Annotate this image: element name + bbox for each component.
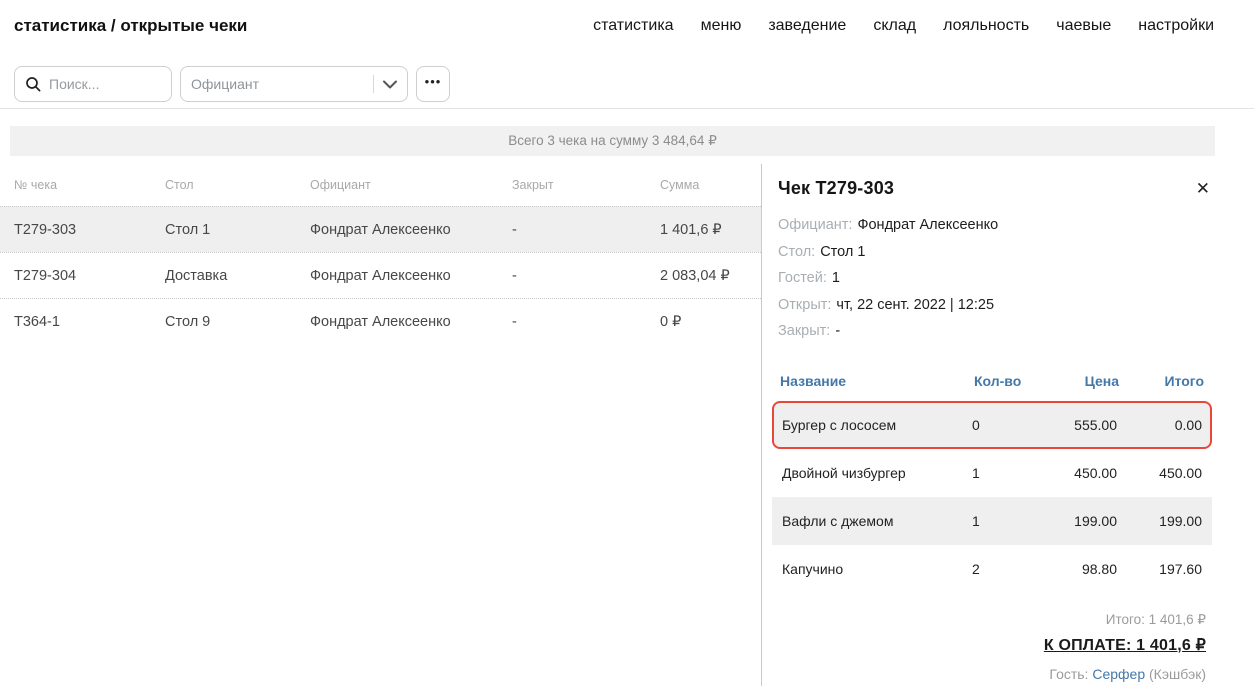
summary-banner: Всего 3 чека на сумму 3 484,64 ₽ — [10, 126, 1215, 156]
sum-cell: 2 083,04 ₽ — [646, 268, 761, 284]
nav-item-settings[interactable]: настройки — [1138, 17, 1214, 35]
panel-header: Чек T279-303 ✕ — [778, 178, 1206, 199]
more-filters-button[interactable]: ••• — [416, 66, 450, 102]
toolbar-divider — [0, 108, 1254, 109]
page-title: Чек T279-303 — [778, 178, 894, 199]
waiter-filter-label: Официант — [191, 76, 373, 92]
table-row[interactable]: T279-303 Стол 1 Фондрат Алексеенко - 1 4… — [0, 206, 761, 252]
item-qty: 1 — [972, 513, 1032, 529]
closed-cell: - — [498, 222, 646, 238]
field-waiter: Официант:Фондрат Алексеенко — [778, 212, 1206, 239]
breadcrumb: статистика / открытые чеки — [14, 16, 247, 36]
search-input[interactable] — [49, 76, 161, 92]
guest-note: (Кэшбэк) — [1149, 666, 1206, 682]
item-total: 0.00 — [1117, 417, 1202, 433]
item-name: Капучино — [782, 561, 972, 577]
check-number-cell: T364-1 — [0, 314, 151, 330]
waiter-filter-select[interactable]: Официант — [180, 66, 408, 102]
nav-item-warehouse[interactable]: склад — [873, 17, 916, 35]
search-icon — [25, 76, 41, 92]
item-price: 555.00 — [1032, 417, 1117, 433]
check-detail-panel: Чек T279-303 ✕ Официант:Фондрат Алексеен… — [761, 164, 1254, 686]
items-table-header: Название Кол-во Цена Итого — [772, 369, 1212, 401]
table-cell: Стол 9 — [151, 314, 296, 330]
list-item[interactable]: Вафли с джемом 1 199.00 199.00 — [772, 497, 1212, 545]
field-closed: Закрыт:- — [778, 318, 1206, 345]
list-item[interactable]: Бургер с лососем 0 555.00 0.00 — [772, 401, 1212, 449]
guest-name-link[interactable]: Серфер — [1092, 666, 1145, 682]
table-row[interactable]: T364-1 Стол 9 Фондрат Алексеенко - 0 ₽ — [0, 298, 761, 344]
guest-line: Гость: Серфер (Кэшбэк) — [778, 661, 1206, 687]
item-qty: 2 — [972, 561, 1032, 577]
content: № чека Стол Официант Закрыт Сумма T279-3… — [0, 156, 1254, 686]
list-item[interactable]: Двойной чизбургер 1 450.00 450.00 — [772, 449, 1212, 497]
col-header-check-number: № чека — [0, 178, 151, 192]
col-header-closed: Закрыт — [498, 178, 646, 192]
checks-table-header: № чека Стол Официант Закрыт Сумма — [0, 164, 761, 206]
col-header-waiter: Официант — [296, 178, 498, 192]
toolbar: Официант ••• — [14, 66, 1254, 102]
waiter-cell: Фондрат Алексеенко — [296, 222, 498, 238]
item-col-qty: Кол-во — [974, 369, 1034, 401]
table-row[interactable]: T279-304 Доставка Фондрат Алексеенко - 2… — [0, 252, 761, 298]
checks-table: № чека Стол Официант Закрыт Сумма T279-3… — [0, 156, 761, 686]
check-number-cell: T279-304 — [0, 268, 151, 284]
nav-item-menu[interactable]: меню — [701, 17, 742, 35]
nav-item-loyalty[interactable]: лояльность — [943, 17, 1029, 35]
subtotal-line: Итого: 1 401,6 ₽ — [778, 609, 1206, 631]
item-price: 199.00 — [1032, 513, 1117, 529]
field-guests: Гостей:1 — [778, 265, 1206, 292]
list-item[interactable]: Капучино 2 98.80 197.60 — [772, 545, 1212, 593]
sum-cell: 0 ₽ — [646, 314, 761, 330]
select-divider — [373, 75, 374, 93]
table-cell: Доставка — [151, 268, 296, 284]
col-header-table: Стол — [151, 178, 296, 192]
check-items-table: Название Кол-во Цена Итого Бургер с лосо… — [778, 369, 1206, 593]
item-qty: 0 — [972, 417, 1032, 433]
item-total: 197.60 — [1117, 561, 1202, 577]
waiter-cell: Фондрат Алексеенко — [296, 314, 498, 330]
waiter-cell: Фондрат Алексеенко — [296, 268, 498, 284]
closed-cell: - — [498, 314, 646, 330]
table-cell: Стол 1 — [151, 222, 296, 238]
nav-item-venue[interactable]: заведение — [768, 17, 846, 35]
closed-cell: - — [498, 268, 646, 284]
check-number-cell: T279-303 — [0, 222, 151, 238]
item-price: 450.00 — [1032, 465, 1117, 481]
item-name: Бургер с лососем — [782, 417, 972, 433]
nav-item-statistics[interactable]: статистика — [593, 17, 673, 35]
search-input-wrapper — [14, 66, 172, 102]
guest-label: Гость: — [1049, 666, 1088, 682]
close-icon[interactable]: ✕ — [1194, 178, 1212, 199]
top-nav: статистика меню заведение склад лояльнос… — [593, 17, 1214, 35]
chevron-down-icon — [383, 80, 397, 89]
amount-due-line: К ОПЛАТЕ: 1 401,6 ₽ — [778, 631, 1206, 661]
check-totals: Итого: 1 401,6 ₽ К ОПЛАТЕ: 1 401,6 ₽ Гос… — [778, 609, 1206, 687]
sum-cell: 1 401,6 ₽ — [646, 222, 761, 238]
nav-item-tips[interactable]: чаевые — [1056, 17, 1111, 35]
item-qty: 1 — [972, 465, 1032, 481]
item-name: Вафли с джемом — [782, 513, 972, 529]
item-total: 450.00 — [1117, 465, 1202, 481]
item-col-name: Название — [780, 369, 974, 401]
check-fields: Официант:Фондрат Алексеенко Стол:Стол 1 … — [778, 212, 1206, 345]
app-header: статистика / открытые чеки статистика ме… — [0, 0, 1254, 36]
item-price: 98.80 — [1032, 561, 1117, 577]
field-opened: Открыт:чт, 22 сент. 2022 | 12:25 — [778, 292, 1206, 319]
item-name: Двойной чизбургер — [782, 465, 972, 481]
item-col-total: Итого — [1119, 369, 1204, 401]
field-table: Стол:Стол 1 — [778, 239, 1206, 266]
col-header-sum: Сумма — [646, 178, 761, 192]
item-col-price: Цена — [1034, 369, 1119, 401]
item-total: 199.00 — [1117, 513, 1202, 529]
